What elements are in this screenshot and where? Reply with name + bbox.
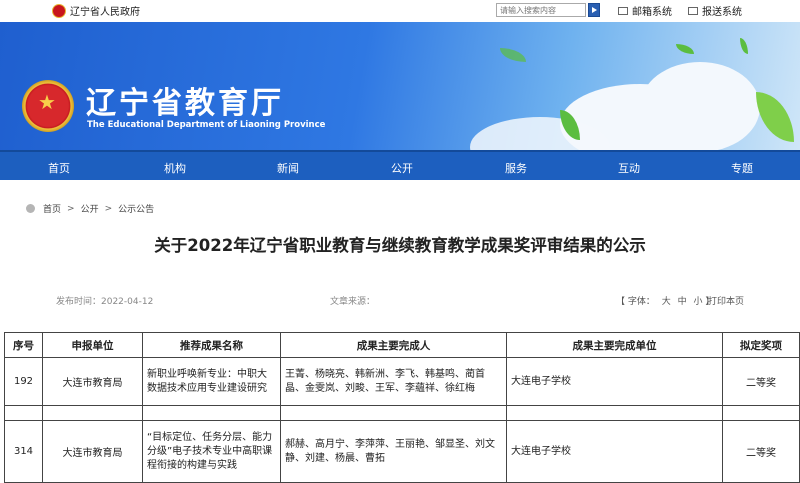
cell-applicant-unit: 大连市教育局 [42, 357, 143, 406]
cell-truncated [142, 405, 281, 421]
department-emblem [22, 80, 74, 132]
site-banner: 辽宁省教育厅 The Educational Department of Lia… [0, 22, 800, 150]
header-applicant-unit: 申报单位 [42, 332, 143, 358]
cell-achievement-name: 新职业呼唤新专业：中职大数据技术应用专业建设研究 [142, 357, 281, 406]
cell-award: 二等奖 [722, 357, 800, 406]
cell-main-organization: 大连电子学校 [506, 357, 723, 406]
table-row: 192 大连市教育局 新职业呼唤新专业：中职大数据技术应用专业建设研究 王菁、杨… [4, 357, 800, 406]
cell-truncated [280, 405, 507, 421]
report-system-link[interactable]: 报送系统 [688, 3, 742, 18]
banner-leaf [500, 48, 526, 62]
report-icon [688, 6, 698, 15]
font-size-medium[interactable]: 中 [678, 297, 687, 307]
results-table: 序号 申报单位 推荐成果名称 成果主要完成人 成果主要完成单位 拟定奖项 192… [4, 332, 800, 483]
nav-item-service[interactable]: 服务 [505, 160, 527, 176]
national-emblem-icon [52, 3, 66, 18]
header-award: 拟定奖项 [722, 332, 800, 358]
banner-leaf [676, 44, 694, 54]
header-main-contributors: 成果主要完成人 [280, 332, 507, 358]
banner-cloud [640, 62, 760, 150]
table-row: 314 大连市教育局 “目标定位、任务分层、能力分级”电子技术专业中高职课程衔接… [4, 420, 800, 483]
breadcrumb-announcements[interactable]: 公示公告 [118, 202, 154, 215]
publish-date: 发布时间：2022-04-12 [56, 297, 154, 307]
mail-system-label: 邮箱系统 [632, 7, 672, 18]
cell-truncated [722, 405, 800, 421]
cell-main-contributors: 王菁、杨晓亮、韩新洲、李飞、韩基鸣、蔺首晶、金雯岚、刘畯、王军、李蘊祥、徐红梅 [280, 357, 507, 406]
provincial-government-link[interactable]: 辽宁省人民政府 [52, 3, 140, 18]
search-input[interactable] [496, 3, 586, 17]
article-source: 文章来源： [330, 297, 376, 307]
mail-system-link[interactable]: 邮箱系统 [618, 3, 672, 18]
cell-award: 二等奖 [722, 420, 800, 483]
font-size-small[interactable]: 小 [694, 297, 703, 307]
cell-number: 192 [4, 357, 43, 406]
nav-item-home[interactable]: 首页 [48, 160, 70, 176]
article-title: 关于2022年辽宁省职业教育与继续教育教学成果奖评审结果的公示 [154, 236, 646, 255]
cell-applicant-unit: 大连市教育局 [42, 420, 143, 483]
font-size-large[interactable]: 大 [662, 297, 671, 307]
cell-truncated [4, 405, 43, 421]
main-navigation: 首页 机构 新闻 公开 服务 互动 专题 [0, 150, 800, 180]
font-size-control: 【 字体： 大 中 小 】 [616, 294, 714, 307]
font-size-label: 【 字体： [616, 297, 655, 307]
header-main-organization: 成果主要完成单位 [506, 332, 723, 358]
search-button[interactable] [588, 3, 600, 17]
cell-main-contributors: 郝赫、高月宁、李萍萍、王丽艳、邹显圣、刘文静、刘建、杨晨、曹拓 [280, 420, 507, 483]
header-number: 序号 [4, 332, 43, 358]
nav-item-topics[interactable]: 专题 [731, 160, 753, 176]
provincial-government-label: 辽宁省人民政府 [70, 7, 140, 18]
mail-icon [618, 6, 628, 15]
breadcrumb-separator: > [104, 203, 113, 214]
nav-item-news[interactable]: 新闻 [277, 160, 299, 176]
breadcrumb-public[interactable]: 公开 [81, 202, 99, 215]
table-row-truncated [4, 405, 800, 421]
breadcrumb-home[interactable]: 首页 [43, 202, 61, 215]
banner-leaf [740, 38, 748, 54]
print-page-link[interactable]: 打印本页 [708, 294, 744, 307]
cell-main-organization: 大连电子学校 [506, 420, 723, 483]
top-utility-bar: 辽宁省人民政府 邮箱系统 报送系统 [0, 0, 800, 20]
header-achievement-name: 推荐成果名称 [142, 332, 281, 358]
cell-number: 314 [4, 420, 43, 483]
nav-item-interaction[interactable]: 互动 [618, 160, 640, 176]
breadcrumb: 首页 > 公开 > 公示公告 [26, 202, 154, 215]
report-system-label: 报送系统 [702, 7, 742, 18]
location-pin-icon [26, 204, 35, 213]
cell-truncated [506, 405, 723, 421]
table-header-row: 序号 申报单位 推荐成果名称 成果主要完成人 成果主要完成单位 拟定奖项 [4, 332, 800, 358]
site-title: 辽宁省教育厅 [86, 86, 284, 121]
site-subtitle: The Educational Department of Liaoning P… [87, 120, 326, 130]
cell-achievement-name: “目标定位、任务分层、能力分级”电子技术专业中高职课程衔接的构建与实践 [142, 420, 281, 483]
cell-truncated [42, 405, 143, 421]
breadcrumb-separator: > [67, 203, 75, 214]
banner-leaf [756, 92, 794, 142]
nav-item-public[interactable]: 公开 [391, 160, 413, 176]
nav-item-organization[interactable]: 机构 [164, 160, 186, 176]
